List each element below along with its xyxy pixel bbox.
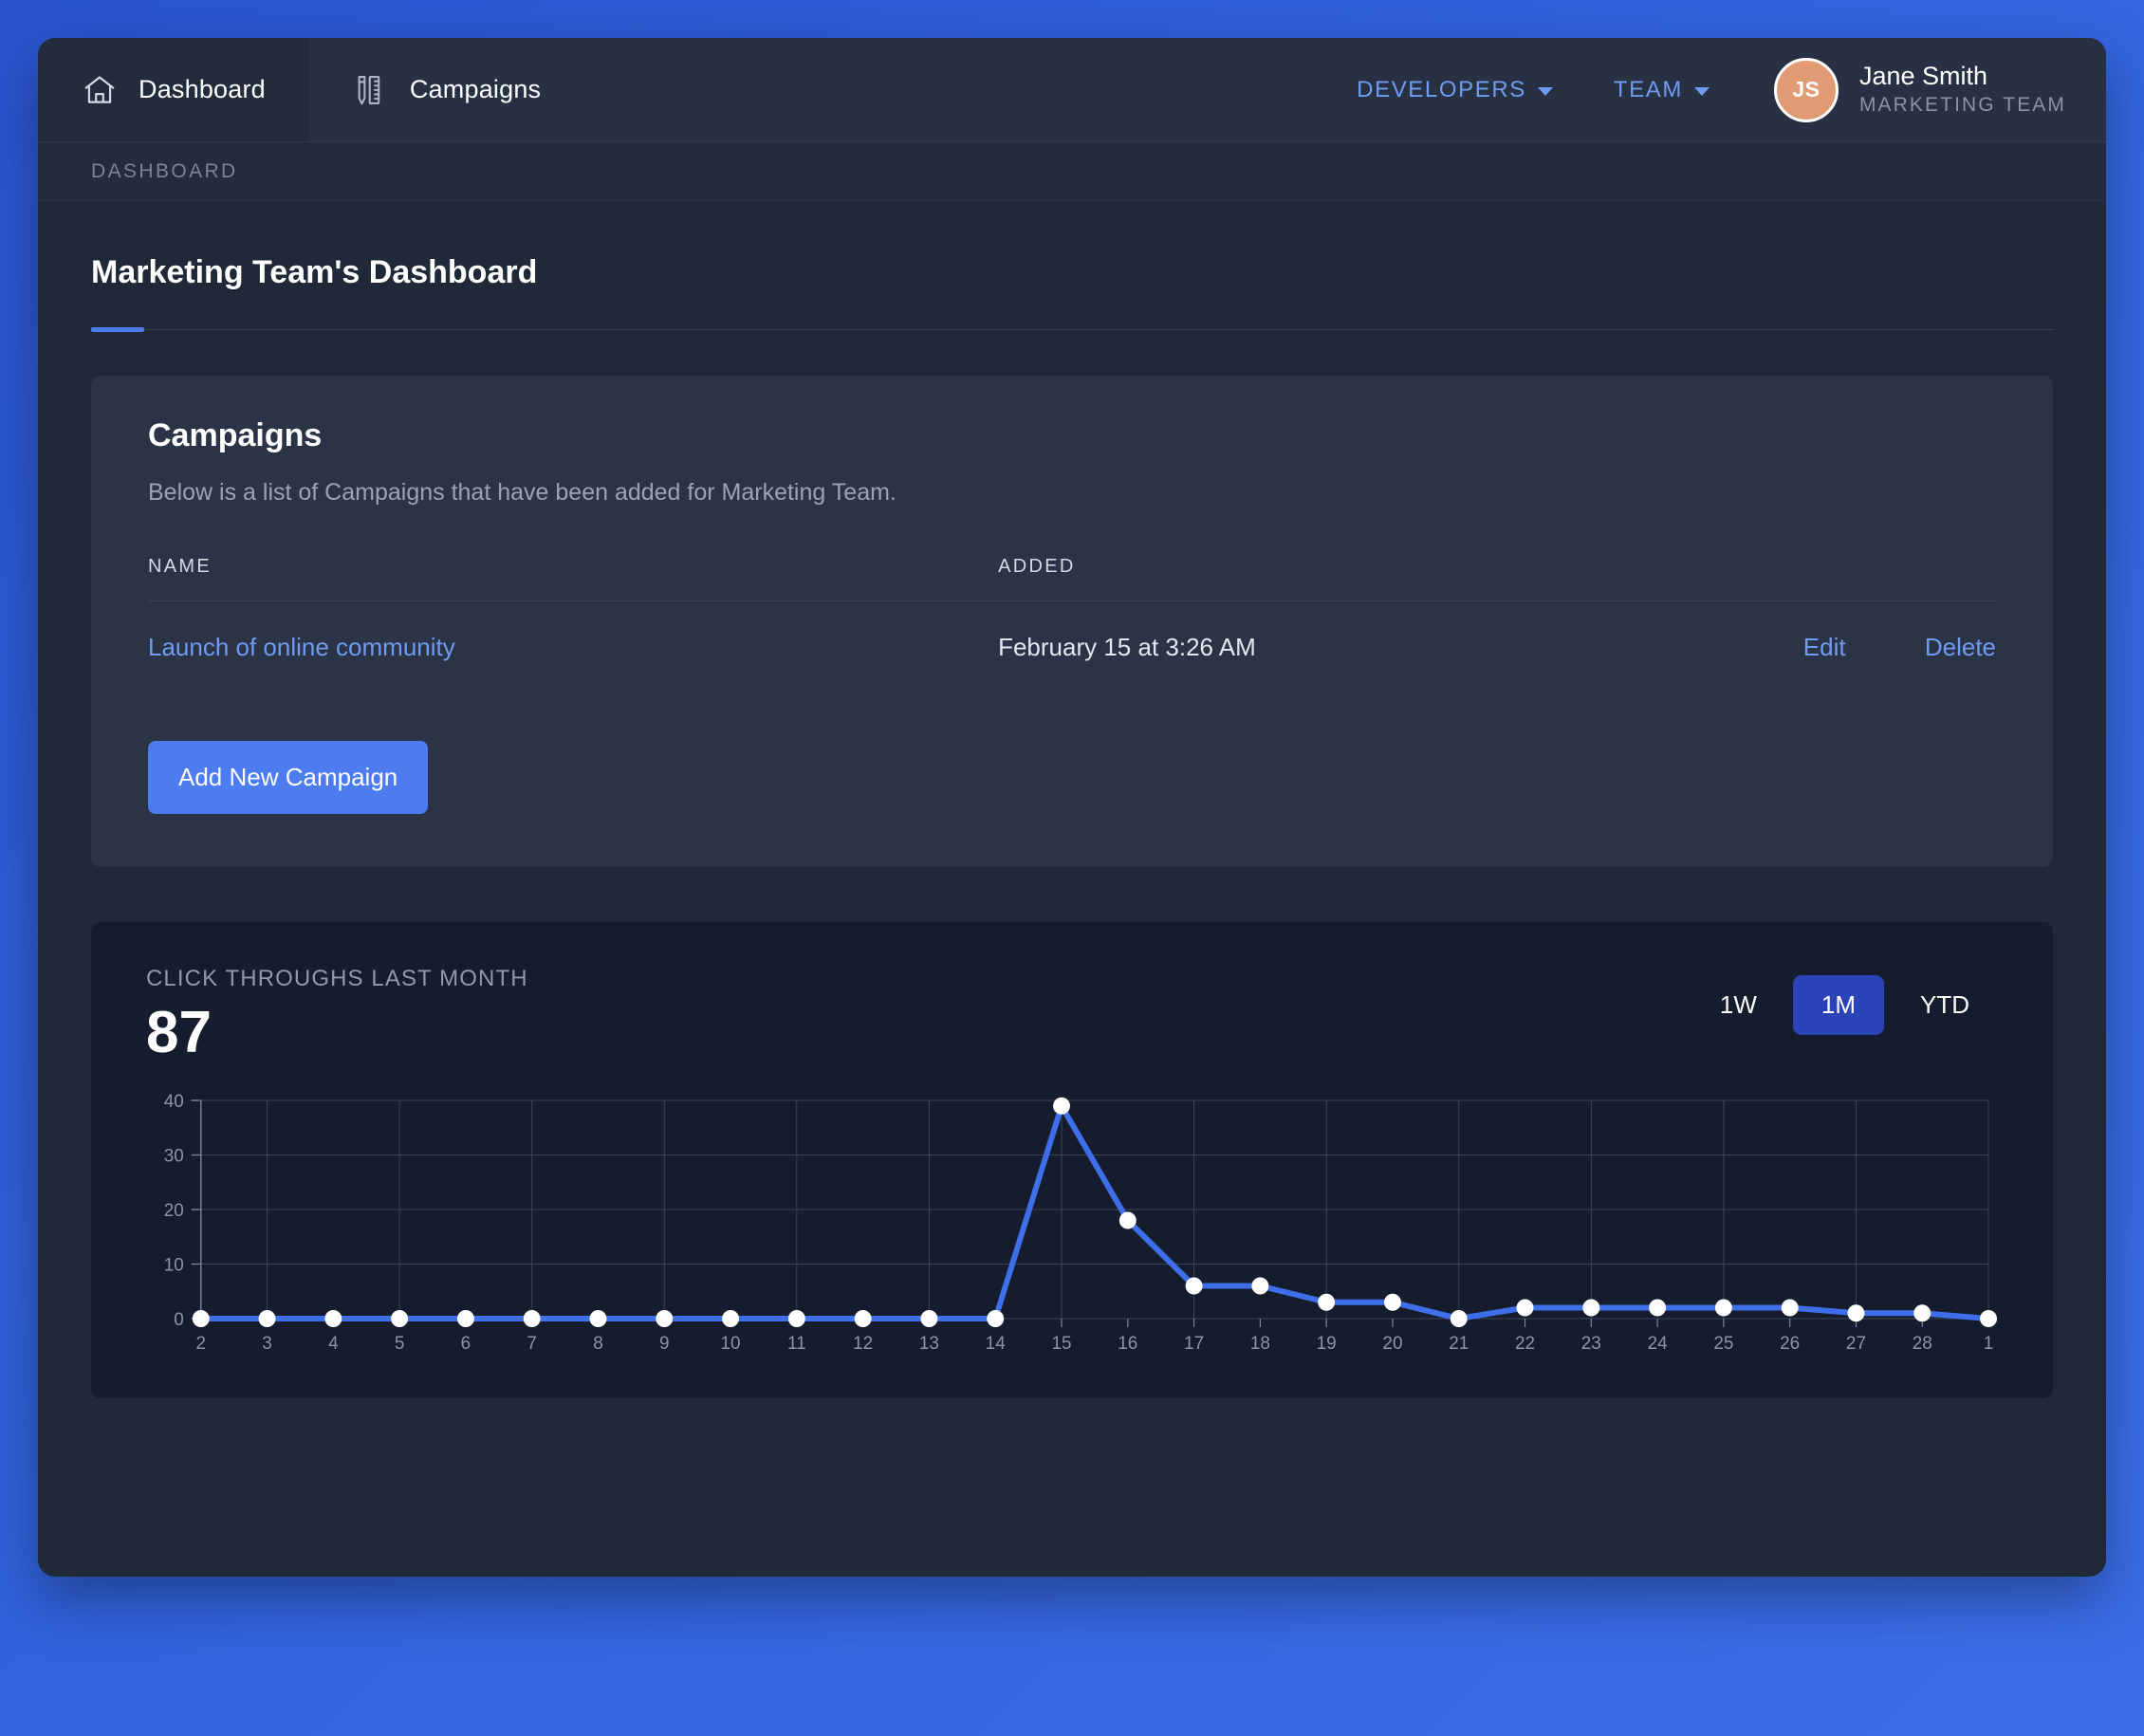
svg-text:22: 22 bbox=[1515, 1334, 1535, 1354]
svg-text:6: 6 bbox=[461, 1334, 471, 1354]
chevron-down-icon bbox=[1537, 87, 1553, 96]
svg-text:0: 0 bbox=[174, 1310, 184, 1330]
svg-text:11: 11 bbox=[787, 1334, 806, 1354]
svg-text:14: 14 bbox=[986, 1334, 1006, 1354]
svg-text:1: 1 bbox=[1984, 1334, 1994, 1354]
campaigns-card: Campaigns Below is a list of Campaigns t… bbox=[91, 376, 2053, 867]
campaign-name-link[interactable]: Launch of online community bbox=[148, 633, 455, 661]
svg-text:9: 9 bbox=[659, 1334, 670, 1354]
svg-text:20: 20 bbox=[164, 1201, 184, 1221]
user-menu[interactable]: JS Jane Smith MARKETING TEAM bbox=[1773, 57, 2066, 122]
user-name: Jane Smith bbox=[1858, 61, 1988, 90]
table-row: Launch of online community February 15 a… bbox=[148, 600, 1996, 694]
nav-link-team[interactable]: TEAM bbox=[1583, 77, 1740, 103]
svg-text:24: 24 bbox=[1648, 1334, 1668, 1354]
svg-text:20: 20 bbox=[1382, 1334, 1402, 1354]
table-cell-added: February 15 at 3:26 AM bbox=[998, 633, 1256, 661]
chart-label: CLICK THROUGHS LAST MONTH bbox=[146, 966, 528, 991]
page-title: Marketing Team's Dashboard bbox=[91, 254, 538, 290]
chart-value: 87 bbox=[146, 1000, 212, 1065]
range-button-ytd[interactable]: YTD bbox=[1892, 975, 1998, 1035]
table-cell-actions: Edit Delete bbox=[1626, 601, 1996, 694]
svg-text:28: 28 bbox=[1913, 1334, 1932, 1354]
svg-text:12: 12 bbox=[853, 1334, 873, 1354]
nav-link-team-label: TEAM bbox=[1613, 76, 1683, 102]
nav-tab-campaigns-label: Campaigns bbox=[409, 75, 542, 103]
svg-text:4: 4 bbox=[328, 1334, 339, 1354]
svg-text:21: 21 bbox=[1449, 1334, 1469, 1354]
svg-text:16: 16 bbox=[1118, 1334, 1137, 1354]
svg-text:17: 17 bbox=[1184, 1334, 1204, 1354]
chart-plot-area: 0 10 20 30 40 2 3 4 5 6 7 8 9 10 11 12 13 14 15 16 17 18 19 20 2… bbox=[146, 1093, 1998, 1358]
nav-link-developers-label: DEVELOPERS bbox=[1357, 76, 1526, 102]
svg-text:7: 7 bbox=[527, 1334, 537, 1354]
chart-header: CLICK THROUGHS LAST MONTH 87 1W 1M YTD bbox=[146, 966, 1998, 1062]
column-header-name: NAME bbox=[148, 556, 212, 577]
nav-link-developers[interactable]: DEVELOPERS bbox=[1326, 77, 1583, 103]
svg-text:23: 23 bbox=[1581, 1334, 1601, 1354]
title-divider bbox=[91, 327, 2053, 332]
svg-text:5: 5 bbox=[395, 1334, 405, 1354]
line-chart-svg: 0102030402 3 4 5 6 7 8 9 10 11 12 13 14 15 16 17 18 19 20 2… bbox=[164, 1093, 1998, 1354]
click-throughs-chart-card: CLICK THROUGHS LAST MONTH 87 1W 1M YTD 0… bbox=[91, 922, 2053, 1398]
campaigns-card-title: Campaigns bbox=[148, 417, 323, 453]
home-icon bbox=[82, 72, 118, 108]
app-window: Dashboard Campaigns DEVELOPERS TEAM JS J… bbox=[38, 38, 2106, 1577]
add-new-campaign-button[interactable]: Add New Campaign bbox=[148, 741, 429, 814]
edit-link[interactable]: Edit bbox=[1803, 633, 1846, 661]
svg-text:19: 19 bbox=[1317, 1334, 1337, 1354]
campaigns-table: NAME ADDED Launch of online community Fe… bbox=[148, 556, 1996, 693]
column-header-added: ADDED bbox=[998, 556, 1076, 577]
svg-text:3: 3 bbox=[262, 1334, 272, 1354]
campaigns-card-subtitle: Below is a list of Campaigns that have b… bbox=[148, 479, 896, 506]
svg-text:13: 13 bbox=[919, 1334, 939, 1354]
svg-text:2: 2 bbox=[196, 1334, 207, 1354]
nav-tabs: Dashboard Campaigns bbox=[38, 38, 585, 141]
campaigns-table-head: NAME ADDED bbox=[148, 556, 1996, 601]
range-button-1w[interactable]: 1W bbox=[1691, 975, 1785, 1035]
time-range-toggle-group: 1W 1M YTD bbox=[1691, 975, 1998, 1035]
svg-text:8: 8 bbox=[593, 1334, 603, 1354]
top-navigation-bar: Dashboard Campaigns DEVELOPERS TEAM JS J… bbox=[38, 38, 2106, 142]
breadcrumb[interactable]: DASHBOARD bbox=[91, 160, 238, 183]
svg-text:15: 15 bbox=[1051, 1334, 1071, 1354]
range-button-1m[interactable]: 1M bbox=[1792, 975, 1884, 1035]
nav-right-section: DEVELOPERS TEAM JS Jane Smith MARKETING … bbox=[1326, 38, 2106, 141]
svg-text:18: 18 bbox=[1250, 1334, 1270, 1354]
nav-tab-dashboard[interactable]: Dashboard bbox=[38, 38, 309, 141]
svg-text:30: 30 bbox=[164, 1146, 184, 1166]
svg-text:27: 27 bbox=[1846, 1334, 1866, 1354]
nav-tab-dashboard-label: Dashboard bbox=[139, 75, 266, 103]
delete-link[interactable]: Delete bbox=[1925, 633, 1996, 661]
campaigns-table-body: Launch of online community February 15 a… bbox=[148, 600, 1996, 694]
svg-text:26: 26 bbox=[1780, 1334, 1800, 1354]
chart-header-left: CLICK THROUGHS LAST MONTH 87 bbox=[146, 966, 528, 1062]
breadcrumb-bar: DASHBOARD bbox=[38, 142, 2106, 201]
pencil-ruler-icon bbox=[353, 72, 389, 108]
svg-text:10: 10 bbox=[164, 1255, 184, 1275]
chevron-down-icon bbox=[1693, 87, 1710, 96]
nav-tab-campaigns[interactable]: Campaigns bbox=[308, 38, 585, 141]
avatar: JS bbox=[1773, 57, 1839, 122]
svg-text:25: 25 bbox=[1713, 1334, 1733, 1354]
svg-text:40: 40 bbox=[164, 1093, 184, 1112]
table-cell-name: Launch of online community bbox=[148, 601, 998, 694]
page-body: Marketing Team's Dashboard Campaigns Bel… bbox=[38, 201, 2106, 1398]
svg-text:10: 10 bbox=[721, 1334, 741, 1354]
table-header-row: NAME ADDED bbox=[148, 556, 1996, 601]
column-header-actions bbox=[1626, 556, 1996, 601]
user-team: MARKETING TEAM bbox=[1858, 93, 2066, 116]
